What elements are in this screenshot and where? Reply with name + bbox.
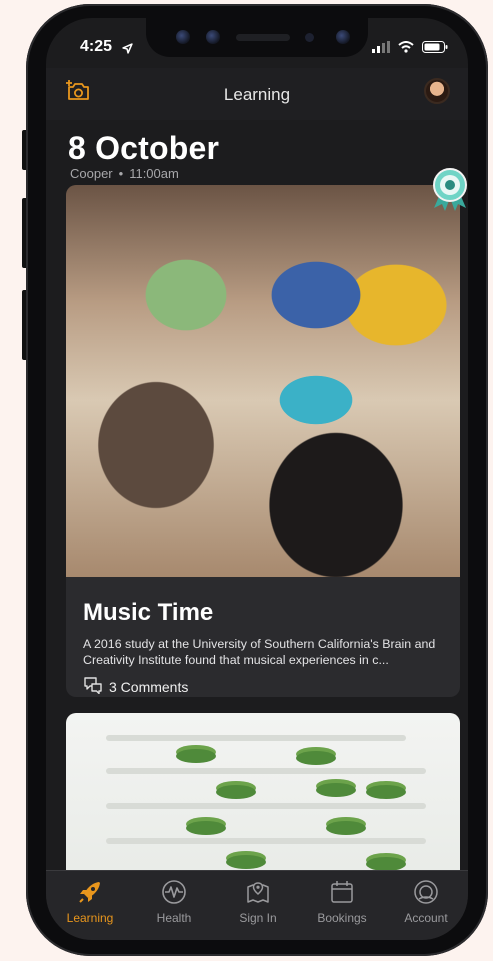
plant — [216, 785, 256, 799]
plant — [226, 855, 266, 869]
map-pin-icon — [216, 879, 300, 905]
account-icon — [384, 879, 468, 905]
tab-label: Account — [404, 911, 448, 925]
location-arrow-icon — [122, 41, 133, 59]
wall-shelf — [106, 803, 426, 809]
comments-icon — [83, 676, 103, 697]
user-avatar[interactable] — [424, 78, 450, 104]
comments-count: 3 Comments — [109, 678, 189, 695]
cellular-signal-icon — [372, 40, 390, 58]
battery-icon — [422, 40, 448, 58]
feed-content[interactable]: 8 October Cooper • 11:00am Music Time A 20… — [46, 120, 468, 870]
nav-title: Learning — [223, 85, 291, 104]
post-author: Cooper — [70, 166, 113, 181]
post-card[interactable]: Music Time A 2016 study at the Universit… — [66, 185, 460, 697]
calendar-icon — [300, 879, 384, 905]
post-card-preview[interactable] — [66, 713, 460, 870]
meta-separator: • — [118, 166, 124, 181]
tab-label: Learning — [66, 911, 114, 925]
plant — [296, 751, 336, 765]
tab-bookings[interactable]: Bookings — [300, 879, 384, 925]
post-description: A 2016 study at the University of Southe… — [83, 637, 436, 667]
plant — [176, 749, 216, 763]
heart-pulse-icon — [132, 879, 216, 905]
wall-shelf — [106, 735, 406, 741]
tab-label: Sign In — [239, 911, 277, 925]
nav-bar: Learning — [46, 68, 468, 120]
post-meta: Cooper • 11:00am — [70, 166, 179, 181]
wall-shelf — [106, 768, 426, 774]
tab-bar: Learning Health Sign In Bookings Account — [46, 870, 468, 940]
plant — [326, 821, 366, 835]
tab-label: Bookings — [317, 911, 367, 925]
post-photo[interactable] — [66, 185, 460, 577]
plant — [316, 783, 356, 797]
status-time: 4:25 — [80, 38, 113, 55]
tab-sign-in[interactable]: Sign In — [216, 879, 300, 925]
plant — [366, 785, 406, 799]
post-time: 11:00am — [129, 166, 179, 181]
tab-label: Health — [156, 911, 192, 925]
wall-shelf — [106, 838, 426, 844]
tab-health[interactable]: Health — [132, 879, 216, 925]
plant — [186, 821, 226, 835]
tab-learning[interactable]: Learning — [48, 879, 132, 925]
post-title: Music Time — [83, 599, 214, 626]
tab-account[interactable]: Account — [384, 879, 468, 925]
status-bar: 4:25 — [46, 18, 468, 68]
award-badge-icon[interactable] — [430, 168, 468, 212]
wifi-icon — [398, 40, 414, 58]
app-screen: 4:25 Learning 8 October Cooper • 11:00am… — [46, 18, 468, 940]
plant — [366, 857, 406, 870]
rocket-icon — [48, 879, 132, 905]
post-date: 8 October — [68, 130, 220, 166]
comments-link[interactable]: 3 Comments — [83, 676, 188, 697]
